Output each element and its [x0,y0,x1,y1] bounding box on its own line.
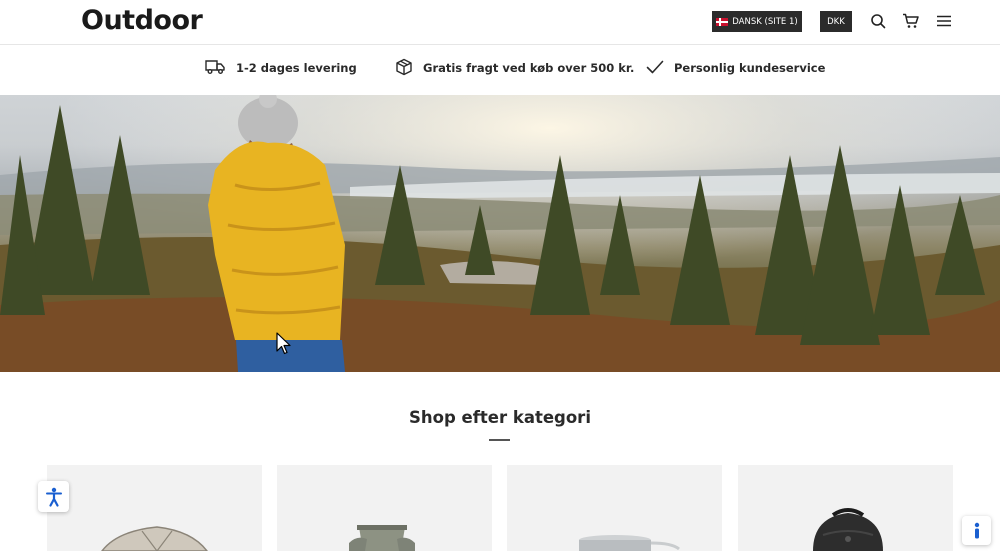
usp-customer-service: Personlig kundeservice [646,58,825,78]
usp-bar: 1-2 dages levering Gratis fragt ved køb … [0,46,1000,95]
site-logo[interactable]: Outdoor [81,5,203,36]
accessibility-icon [45,487,62,507]
category-card-chairs[interactable] [277,465,492,551]
cooking-pot-icon [579,535,680,551]
currency-selector-button[interactable]: DKK [820,11,852,32]
cart-icon[interactable] [902,12,920,30]
category-card-cookware[interactable] [507,465,722,551]
usp-free-shipping-label: Gratis fragt ved køb over 500 kr. [423,61,635,75]
backpack-icon [813,508,883,551]
camping-chair-icon [349,525,415,551]
category-section-title: Shop efter kategori [409,408,591,427]
site-header: Outdoor DANSK (SITE 1) DKK [0,0,1000,45]
category-card-tents[interactable] [47,465,262,551]
usp-delivery-label: 1-2 dages levering [236,61,357,75]
currency-label: DKK [827,16,845,27]
accessibility-button[interactable] [38,481,69,512]
usp-delivery: 1-2 dages levering [205,58,357,78]
search-icon[interactable] [869,12,887,30]
check-icon [646,60,664,77]
usp-free-shipping: Gratis fragt ved køb over 500 kr. [395,58,634,78]
truck-icon [205,59,226,78]
tent-icon [101,526,208,551]
mouse-cursor-icon [276,332,291,355]
language-label: DANSK (SITE 1) [732,16,798,27]
box-icon [395,58,413,79]
title-divider [489,439,510,441]
category-card-backpacks[interactable] [738,465,953,551]
info-icon [974,522,979,538]
usp-customer-service-label: Personlig kundeservice [674,61,826,75]
language-selector-button[interactable]: DANSK (SITE 1) [712,11,802,32]
denmark-flag-icon [716,17,729,26]
menu-icon[interactable] [935,12,953,30]
hero-landscape-image [0,95,1000,372]
help-button[interactable] [962,516,991,545]
hero-banner[interactable] [0,95,1000,372]
